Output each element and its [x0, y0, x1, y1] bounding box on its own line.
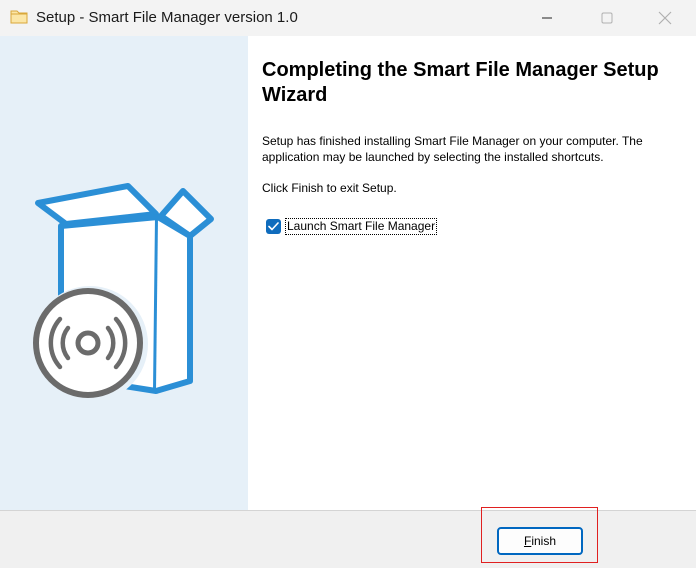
wizard-sidebar: [0, 36, 248, 510]
close-button[interactable]: [642, 0, 688, 36]
title-bar: Setup - Smart File Manager version 1.0: [0, 0, 696, 36]
page-title: Completing the Smart File Manager Setup …: [262, 59, 659, 106]
minimize-button[interactable]: [524, 0, 570, 36]
window-title: Setup - Smart File Manager version 1.0: [36, 9, 298, 26]
minimize-icon: [541, 12, 553, 24]
close-icon: [658, 11, 672, 25]
launch-checkbox[interactable]: [266, 219, 281, 234]
launch-checkbox-label[interactable]: Launch Smart File Manager: [284, 218, 438, 235]
maximize-icon: [601, 12, 613, 24]
wizard-content: Completing the Smart File Manager Setup …: [248, 36, 696, 510]
maximize-button[interactable]: [584, 0, 630, 36]
finish-label: inish: [531, 534, 557, 548]
software-box-disc-icon: [32, 183, 214, 402]
exit-instruction: Click Finish to exit Setup.: [262, 181, 397, 195]
finish-button[interactable]: Finish: [497, 527, 583, 555]
folder-icon: [10, 9, 28, 24]
launch-option[interactable]: Launch Smart File Manager: [266, 218, 438, 235]
finish-accelerator: F: [523, 534, 532, 548]
checkmark-icon: [268, 222, 279, 231]
finish-description: Setup has finished installing Smart File…: [262, 134, 643, 164]
